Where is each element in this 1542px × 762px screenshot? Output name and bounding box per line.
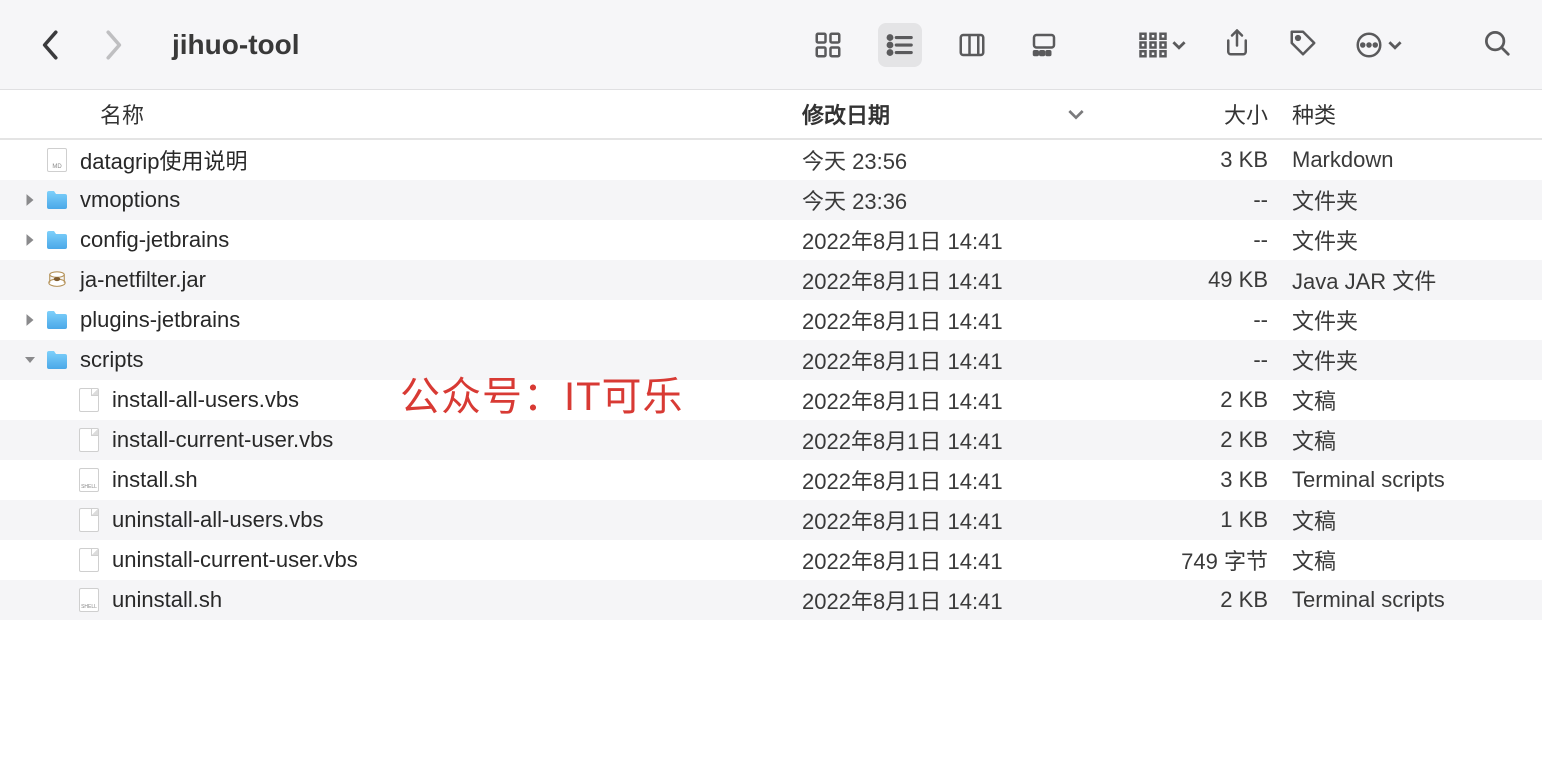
file-date: 2022年8月1日 14:41 — [802, 304, 1102, 336]
file-name: config-jetbrains — [80, 227, 229, 253]
column-view-button[interactable] — [950, 23, 994, 67]
doc-icon — [74, 427, 104, 453]
folder-icon — [42, 307, 72, 333]
file-row[interactable]: config-jetbrains 2022年8月1日 14:41--文件夹 — [0, 220, 1542, 260]
file-size: -- — [1102, 307, 1292, 333]
file-row[interactable]: uninstall-all-users.vbs 2022年8月1日 14:411 … — [0, 500, 1542, 540]
col-header-size[interactable]: 大小 — [1102, 98, 1292, 130]
disclosure-triangle[interactable] — [18, 347, 42, 373]
file-kind: 文件夹 — [1292, 344, 1542, 376]
file-date: 2022年8月1日 14:41 — [802, 344, 1102, 376]
file-kind: Terminal scripts — [1292, 467, 1542, 493]
folder-title: jihuo-tool — [172, 29, 300, 61]
file-row[interactable]: scripts 2022年8月1日 14:41--文件夹 — [0, 340, 1542, 380]
file-row[interactable]: plugins-jetbrains 2022年8月1日 14:41--文件夹 — [0, 300, 1542, 340]
file-kind: 文稿 — [1292, 544, 1542, 576]
file-size: 49 KB — [1102, 267, 1292, 293]
file-kind: 文稿 — [1292, 504, 1542, 536]
file-size: -- — [1102, 187, 1292, 213]
sh-icon: SHELL — [74, 587, 104, 613]
more-actions-button[interactable] — [1354, 30, 1402, 60]
file-size: -- — [1102, 227, 1292, 253]
file-size: 3 KB — [1102, 147, 1292, 173]
share-button[interactable] — [1222, 28, 1252, 61]
file-name: vmoptions — [80, 187, 180, 213]
doc-icon — [74, 387, 104, 413]
jar-icon — [42, 267, 72, 293]
file-kind: Markdown — [1292, 147, 1542, 173]
gallery-view-button[interactable] — [1022, 23, 1066, 67]
back-button[interactable] — [40, 29, 62, 61]
file-date: 2022年8月1日 14:41 — [802, 504, 1102, 536]
file-row[interactable]: SHELL install.sh 2022年8月1日 14:413 KBTermin… — [0, 460, 1542, 500]
file-size: 749 字节 — [1102, 544, 1292, 576]
file-row[interactable]: vmoptions 今天 23:36--文件夹 — [0, 180, 1542, 220]
tag-button[interactable] — [1288, 28, 1318, 61]
file-list: MDdatagrip使用说明今天 23:563 KBMarkdownvmopti… — [0, 140, 1542, 620]
file-name: datagrip使用说明 — [80, 144, 248, 176]
file-date: 2022年8月1日 14:41 — [802, 464, 1102, 496]
file-name: scripts — [80, 347, 144, 373]
file-kind: 文稿 — [1292, 384, 1542, 416]
folder-icon — [42, 347, 72, 373]
col-header-kind[interactable]: 种类 — [1292, 98, 1542, 130]
file-date: 2022年8月1日 14:41 — [802, 264, 1102, 296]
doc-icon — [74, 547, 104, 573]
file-size: 2 KB — [1102, 587, 1292, 613]
file-kind: 文件夹 — [1292, 184, 1542, 216]
column-headers: 名称 修改日期 大小 种类 — [0, 90, 1542, 140]
file-name: plugins-jetbrains — [80, 307, 240, 333]
file-name: ja-netfilter.jar — [80, 267, 206, 293]
disclosure-triangle[interactable] — [18, 187, 42, 213]
sh-icon: SHELL — [74, 467, 104, 493]
file-kind: Terminal scripts — [1292, 587, 1542, 613]
file-date: 2022年8月1日 14:41 — [802, 424, 1102, 456]
md-icon: MD — [42, 147, 72, 173]
file-date: 2022年8月1日 14:41 — [802, 384, 1102, 416]
file-kind: 文件夹 — [1292, 224, 1542, 256]
sort-indicator-icon — [1068, 101, 1084, 127]
group-by-button[interactable] — [1138, 30, 1186, 60]
file-row[interactable]: uninstall-current-user.vbs 2022年8月1日 14:4… — [0, 540, 1542, 580]
file-kind: Java JAR 文件 — [1292, 264, 1542, 296]
file-name: uninstall-current-user.vbs — [112, 547, 358, 573]
folder-icon — [42, 227, 72, 253]
col-header-name[interactable]: 名称 — [100, 98, 802, 130]
file-date: 2022年8月1日 14:41 — [802, 584, 1102, 616]
file-row[interactable]: MD datagrip使用说明 今天 23:563 KBMarkdown — [0, 140, 1542, 180]
disclosure-triangle[interactable] — [18, 227, 42, 253]
file-size: 3 KB — [1102, 467, 1292, 493]
file-date: 2022年8月1日 14:41 — [802, 224, 1102, 256]
file-date: 今天 23:36 — [802, 184, 1102, 216]
search-button[interactable] — [1482, 28, 1512, 61]
file-row[interactable]: install-all-users.vbs 2022年8月1日 14:412 KB… — [0, 380, 1542, 420]
file-name: uninstall.sh — [112, 587, 222, 613]
file-kind: 文件夹 — [1292, 304, 1542, 336]
file-row[interactable]: ja-netfilter.jar 2022年8月1日 14:4149 KBJava… — [0, 260, 1542, 300]
toolbar: jihuo-tool — [0, 0, 1542, 90]
icon-view-button[interactable] — [806, 23, 850, 67]
file-date: 今天 23:56 — [802, 144, 1102, 176]
forward-button[interactable] — [102, 29, 124, 61]
file-name: install.sh — [112, 467, 198, 493]
file-size: 2 KB — [1102, 387, 1292, 413]
file-kind: 文稿 — [1292, 424, 1542, 456]
disclosure-triangle[interactable] — [18, 307, 42, 333]
file-name: install-all-users.vbs — [112, 387, 299, 413]
list-view-button[interactable] — [878, 23, 922, 67]
file-name: uninstall-all-users.vbs — [112, 507, 324, 533]
file-row[interactable]: install-current-user.vbs 2022年8月1日 14:412… — [0, 420, 1542, 460]
file-size: 1 KB — [1102, 507, 1292, 533]
col-header-date[interactable]: 修改日期 — [802, 98, 1102, 130]
file-date: 2022年8月1日 14:41 — [802, 544, 1102, 576]
file-size: -- — [1102, 347, 1292, 373]
file-name: install-current-user.vbs — [112, 427, 333, 453]
file-size: 2 KB — [1102, 427, 1292, 453]
view-switcher — [806, 23, 1066, 67]
file-row[interactable]: SHELL uninstall.sh 2022年8月1日 14:412 KBTerm… — [0, 580, 1542, 620]
folder-icon — [42, 187, 72, 213]
doc-icon — [74, 507, 104, 533]
